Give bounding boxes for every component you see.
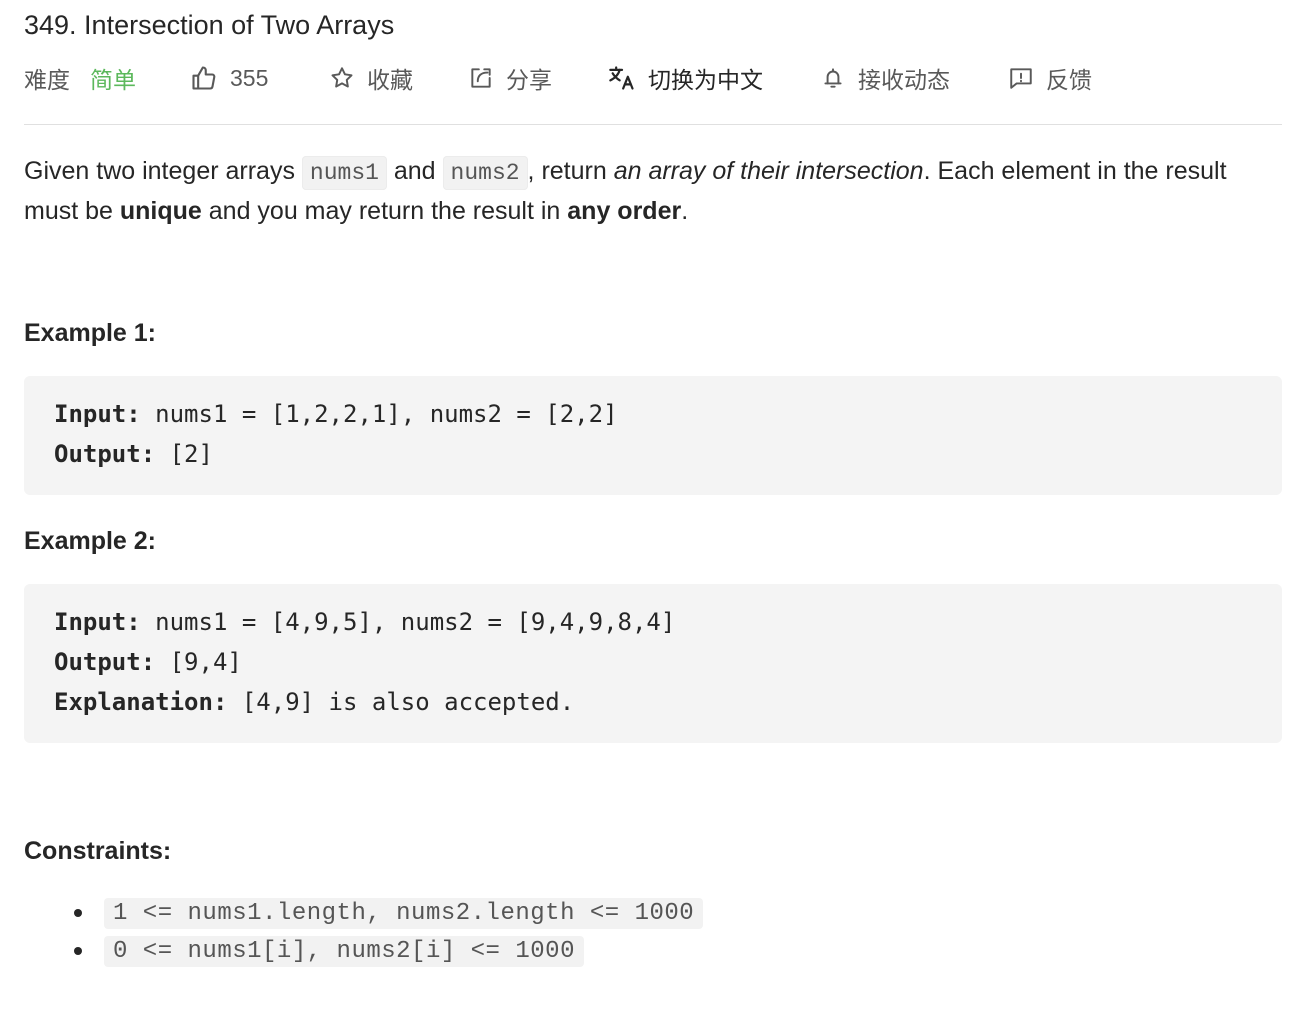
difficulty-label: 难度 [24,67,70,93]
example-1-input: Input: nums1 = [1,2,2,1], nums2 = [2,2] [54,394,1252,434]
constraint-code: 0 <= nums1[i], nums2[i] <= 1000 [104,935,584,967]
example-1-output: Output: [2] [54,434,1252,474]
star-icon [331,67,353,88]
example-2-input: Input: nums1 = [4,9,5], nums2 = [9,4,9,8… [54,602,1252,642]
like-count: 355 [230,64,269,91]
problem-title: 349. Intersection of Two Arrays [24,10,395,40]
inline-code-nums2: nums2 [442,156,528,190]
constraints-heading: Constraints: [24,837,172,865]
subscribe-button[interactable]: 接收动态 [820,60,950,96]
translate-label: 切换为中文 [648,67,763,93]
share-label: 分享 [506,67,552,93]
output-label: Output: [54,440,156,468]
explanation-value: [4,9] is also accepted. [227,688,575,716]
feedback-icon [1010,68,1032,89]
feedback-button[interactable]: 反馈 [1008,60,1092,96]
subscribe-label: 接收动态 [858,67,950,93]
like-button[interactable]: 355 [190,60,268,96]
translate-icon [609,66,634,90]
input-label: Input: [54,400,141,428]
example-2-explanation: Explanation: [4,9] is also accepted. [54,682,1252,722]
example-2-heading: Example 2: [24,527,157,555]
desc-text: , return [527,157,614,185]
header-divider [24,124,1282,125]
inline-code-nums1: nums1 [301,156,387,190]
example-1-heading: Example 1: [24,319,157,347]
desc-text: and [386,157,443,185]
desc-text: and you may return the result in [201,197,568,225]
favorite-label: 收藏 [367,67,413,93]
input-value: nums1 = [4,9,5], nums2 = [9,4,9,8,4] [140,608,676,636]
input-label: Input: [54,608,141,636]
share-button[interactable]: 分享 [468,60,552,96]
desc-text: Given two integer arrays [24,157,302,185]
desc-bold-any-order: any order [567,197,682,225]
output-value: [9,4] [155,648,242,676]
bullet [74,947,82,955]
bell-icon [824,68,842,88]
translate-button[interactable]: 切换为中文 [608,60,763,96]
difficulty-value: 简单 [90,67,136,93]
constraint-code: 1 <= nums1.length, nums2.length <= 1000 [104,897,704,929]
example-2-block: Input: nums1 = [4,9,5], nums2 = [9,4,9,8… [24,584,1282,743]
example-1-block: Input: nums1 = [1,2,2,1], nums2 = [2,2] … [24,376,1282,495]
problem-toolbar: 难度 简单 355 收藏 分享 切换为中文 接收动态 反馈 [24,60,1282,96]
desc-bold-unique: unique [119,197,202,225]
bullet [74,909,82,917]
problem-description: Given two integer arrays nums1 and nums2… [24,152,1282,230]
example-2-output: Output: [9,4] [54,642,1252,682]
list-item: 0 <= nums1[i], nums2[i] <= 1000 [24,932,703,970]
output-value: [2] [155,440,213,468]
output-label: Output: [54,648,156,676]
list-item: 1 <= nums1.length, nums2.length <= 1000 [24,894,704,932]
constraints-list: 1 <= nums1.length, nums2.length <= 1000 … [24,894,704,970]
feedback-label: 反馈 [1046,67,1092,93]
desc-emphasis: an array of their intersection [613,157,924,185]
favorite-button[interactable]: 收藏 [329,60,413,96]
input-value: nums1 = [1,2,2,1], nums2 = [2,2] [140,400,618,428]
explanation-label: Explanation: [54,688,228,716]
desc-text: . [681,197,689,225]
thumbs-up-icon [192,66,216,90]
difficulty: 难度 简单 [24,60,136,96]
share-icon [471,68,491,88]
